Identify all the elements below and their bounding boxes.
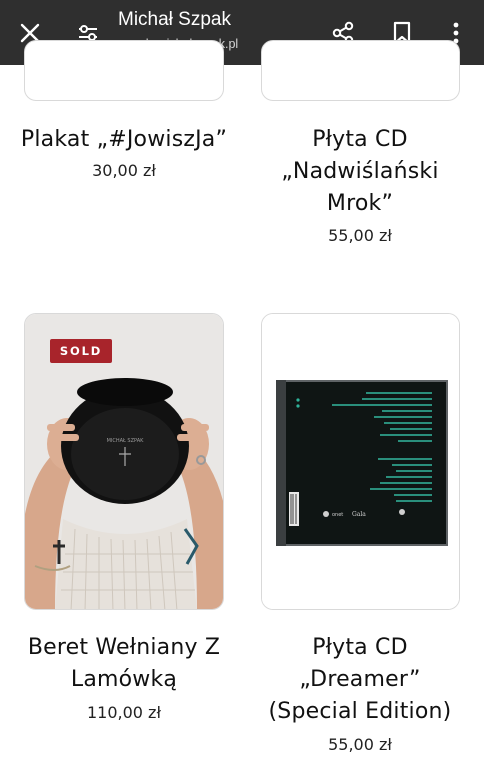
cd-case-photo: onet Gala: [262, 314, 459, 609]
product-title-line: Płyta CD: [312, 635, 408, 660]
svg-text:onet: onet: [332, 512, 343, 518]
product-title-line: „Dreamer”: [299, 667, 421, 692]
product-title-line: Beret Wełniany Z: [27, 635, 221, 660]
product-title[interactable]: Beret Wełniany Z Lamówką: [9, 632, 239, 696]
product-image-card[interactable]: MICHAŁ SZPAK SOLD: [24, 313, 224, 610]
product-image-card[interactable]: onet Gala: [261, 313, 460, 610]
product-title-line: „Nadwiślański: [281, 159, 439, 184]
sold-badge: SOLD: [50, 339, 112, 363]
product-price: 55,00 zł: [328, 226, 392, 245]
product-image-card[interactable]: [261, 40, 460, 101]
product-title-line: Lamówką: [70, 667, 178, 692]
product-title[interactable]: Plakat „#JowiszJa”: [9, 124, 239, 156]
product-image-card[interactable]: [24, 40, 224, 101]
product-price: 30,00 zł: [92, 161, 156, 180]
svg-text:MICHAŁ SZPAK: MICHAŁ SZPAK: [107, 438, 145, 444]
product-title-line: Płyta CD: [312, 127, 408, 152]
page-title: Michał Szpak: [118, 9, 231, 30]
product-title-line: Plakat „#JowiszJa”: [20, 127, 228, 152]
product-title-line: Mrok”: [326, 191, 394, 216]
product-title[interactable]: Płyta CD „Nadwiślański Mrok”: [245, 124, 475, 220]
product-title[interactable]: Płyta CD „Dreamer” (Special Edition): [245, 632, 475, 728]
product-price: 110,00 zł: [86, 703, 161, 722]
product-price: 55,00 zł: [328, 735, 392, 754]
svg-text:Gala: Gala: [352, 511, 366, 518]
product-title-line: (Special Edition): [268, 699, 452, 724]
